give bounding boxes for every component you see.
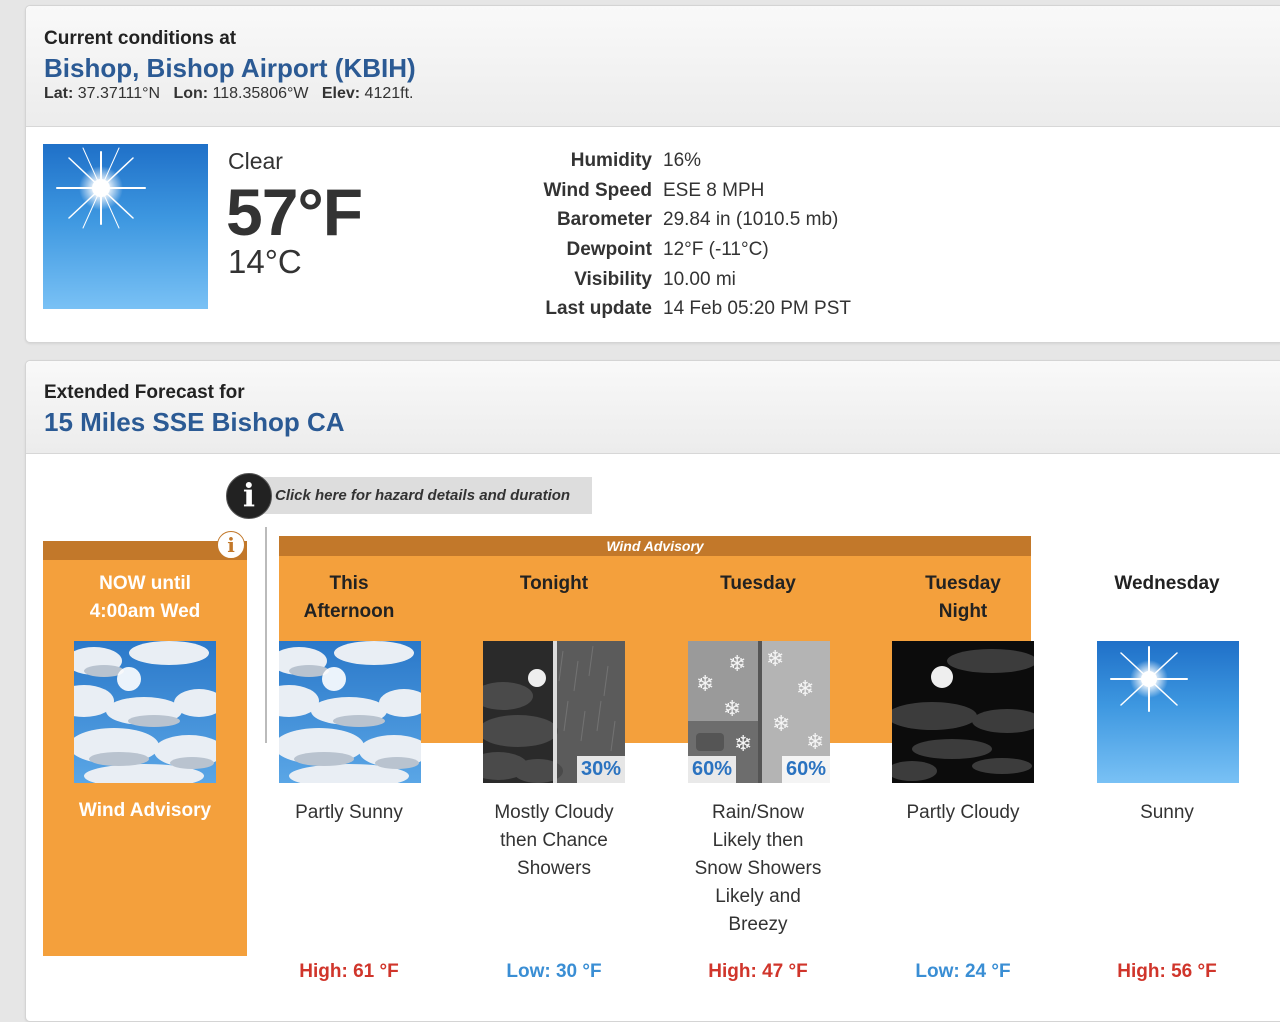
period-name: Wednesday <box>1067 570 1267 598</box>
now-until-line2: 4:00am Wed <box>89 601 201 622</box>
period-description: Mostly Cloudy then Chance Showers <box>454 799 654 883</box>
svg-text:❄: ❄ <box>728 652 746 677</box>
detail-value: ESE 8 MPH <box>663 179 765 201</box>
detail-label: Last update <box>545 298 652 320</box>
detail-row-last-update: Last update 14 Feb 05:20 PM PST <box>506 294 851 324</box>
period-name: Tuesday <box>658 570 858 598</box>
precip-chance: 30% <box>576 756 625 783</box>
description-line: then Chance <box>500 830 608 851</box>
detail-label: Dewpoint <box>566 239 653 261</box>
description-line: Partly Cloudy <box>906 802 1020 823</box>
forecast-location: 15 Miles SSE Bishop CA <box>44 407 345 437</box>
svg-text:❄: ❄ <box>806 730 824 755</box>
period-name-line1: This <box>329 573 369 594</box>
detail-row-dewpoint: Dewpoint 12°F (-11°C) <box>506 235 851 265</box>
current-conditions-panel: Current conditions at Bishop, Bishop Air… <box>25 5 1280 343</box>
detail-label: Humidity <box>570 150 652 171</box>
precip-chance: 60% <box>781 756 830 783</box>
detail-row-barometer: Barometer 29.84 in (1010.5 mb) <box>506 205 851 235</box>
period-temperature: High: 61 °F <box>299 961 399 982</box>
description-line: Showers <box>517 858 591 879</box>
current-temp-f: 57°F <box>226 175 363 249</box>
period-temperature: High: 47 °F <box>708 961 808 982</box>
period-description: Partly Cloudy <box>863 799 1063 827</box>
detail-value: 14 Feb 05:20 PM PST <box>663 298 851 320</box>
svg-text:❄: ❄ <box>723 697 741 722</box>
description-line: Partly Sunny <box>295 802 403 823</box>
now-until-label: NOW until 4:00am Wed <box>43 570 247 626</box>
partly-sunny-icon[interactable] <box>279 641 421 783</box>
detail-value: 12°F (-11°C) <box>663 239 769 261</box>
period-name-line2: Night <box>938 601 988 622</box>
current-condition-text: Clear <box>228 148 283 174</box>
extended-forecast-header: Extended Forecast for 15 Miles SSE Bisho… <box>26 361 1280 454</box>
lat-value: 37.37111°N <box>77 85 161 102</box>
detail-row-visibility: Visibility 10.00 mi <box>506 265 851 295</box>
period-name-line1: Tuesday <box>925 573 1001 594</box>
period-temperature: Low: 30 °F <box>506 961 602 982</box>
period-description: Sunny <box>1067 799 1267 827</box>
period-name-line1: Tonight <box>519 573 589 594</box>
partly-sunny-icon <box>74 641 216 783</box>
period-name: Tuesday Night <box>863 570 1063 626</box>
period-name: This Afternoon <box>249 570 449 626</box>
svg-text:❄: ❄ <box>766 647 784 672</box>
current-temp-c: 14°C <box>228 243 302 280</box>
description-line: Likely and <box>715 886 801 907</box>
now-until-line1: NOW until <box>99 573 191 594</box>
detail-value: 10.00 mi <box>663 268 736 290</box>
detail-row-humidity: Humidity 16% <box>506 146 851 176</box>
detail-label: Wind Speed <box>543 179 652 201</box>
period-description: Partly Sunny <box>249 799 449 827</box>
hazard-details-link[interactable]: Click here for hazard details and durati… <box>275 487 570 504</box>
elev-value: 4121ft. <box>364 85 414 102</box>
sunny-icon <box>43 144 208 309</box>
elev-label: Elev: <box>321 85 361 102</box>
current-conditions-label: Current conditions at <box>44 28 237 49</box>
description-line: Breezy <box>728 914 788 935</box>
detail-value: 16% <box>663 150 702 171</box>
period-name: Tonight <box>454 570 654 598</box>
extended-forecast-label: Extended Forecast for <box>44 382 245 403</box>
current-conditions-header: Current conditions at Bishop, Bishop Air… <box>26 6 1280 127</box>
description-line: Snow Showers <box>694 858 822 879</box>
svg-text:❄: ❄ <box>734 732 752 757</box>
detail-value: 29.84 in (1010.5 mb) <box>663 209 839 231</box>
description-line: Rain/Snow <box>712 802 804 823</box>
svg-text:❄: ❄ <box>796 677 814 702</box>
detail-label: Visibility <box>574 268 652 290</box>
svg-text:❄: ❄ <box>772 712 790 737</box>
description-line: Mostly Cloudy <box>494 802 614 823</box>
rain-snow-icon[interactable]: ❄ ❄ ❄ ❄ ❄ ❄ ❄ ❄ 60% 60% <box>688 641 830 783</box>
lon-value: 118.35806°W <box>212 85 309 102</box>
period-name-line1: Tuesday <box>720 573 796 594</box>
lat-label: Lat: <box>44 85 74 102</box>
now-advisory-label[interactable]: Wind Advisory <box>43 800 247 822</box>
precip-chance: 60% <box>688 756 737 783</box>
detail-row-wind-speed: Wind Speed ESE 8 MPH <box>506 176 851 206</box>
period-name-line2: Afternoon <box>303 601 395 622</box>
info-icon[interactable]: i <box>226 473 272 519</box>
info-icon[interactable]: i <box>217 531 245 559</box>
station-name[interactable]: Bishop, Bishop Airport (KBIH) <box>44 53 416 84</box>
wind-advisory-label[interactable]: Wind Advisory <box>279 536 1031 556</box>
sunny-icon[interactable] <box>1097 641 1239 783</box>
current-details-table: Humidity 16% Wind Speed ESE 8 MPH Barome… <box>506 146 851 324</box>
separator-line <box>265 527 267 743</box>
cloudy-showers-icon[interactable]: 30% <box>483 641 625 783</box>
period-temperature: Low: 24 °F <box>915 961 1011 982</box>
period-description: Rain/Snow Likely then Snow Showers Likel… <box>658 799 858 939</box>
description-line: Likely then <box>712 830 804 851</box>
period-name-line1: Wednesday <box>1114 573 1220 594</box>
description-line: Sunny <box>1140 802 1194 823</box>
period-temperature: High: 56 °F <box>1117 961 1217 982</box>
station-coordinates: Lat: 37.37111°N Lon: 118.35806°W Elev: 4… <box>44 85 413 103</box>
svg-text:❄: ❄ <box>696 672 714 697</box>
partly-cloudy-night-icon[interactable] <box>892 641 1034 783</box>
detail-label: Barometer <box>556 209 652 231</box>
lon-label: Lon: <box>173 85 209 102</box>
